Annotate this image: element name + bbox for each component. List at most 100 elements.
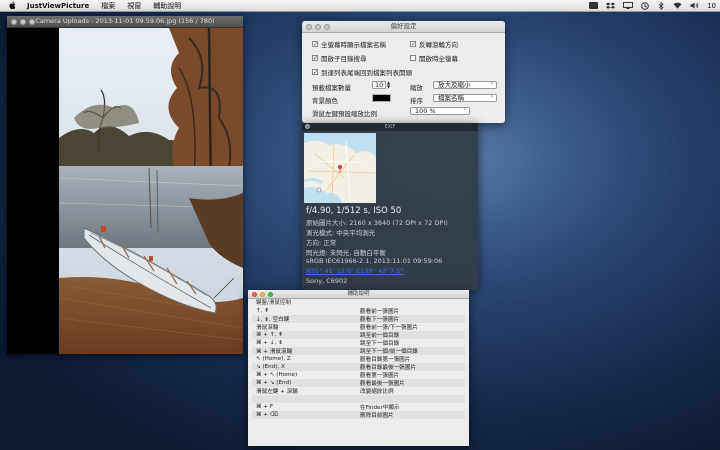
- checkbox-reverse-scroll[interactable]: ✓ 反轉滾輪方向: [410, 39, 458, 49]
- shortcut-action: [356, 395, 465, 403]
- menu-window[interactable]: 視窗: [127, 1, 141, 11]
- table-row: ⌘ + 滑鼠滾輪 跳至下一個/前一個目錄: [252, 347, 465, 355]
- shortcut-key: ⌘ + ↑, ⇞: [252, 331, 356, 339]
- table-row: ↑, ⇞ 觀看前一張圖片: [252, 307, 465, 315]
- table-row: ↓, ⇟, 空白鍵 觀看下一張圖片: [252, 315, 465, 323]
- preload-count-value[interactable]: 10: [372, 81, 386, 89]
- time-machine-icon[interactable]: [641, 1, 649, 10]
- exif-gps-link[interactable]: N35° 41' 12.6" E139° 42' 7.5": [306, 267, 403, 275]
- checkbox-show-filename[interactable]: ✓ 全螢幕時顯示檔案名稱: [312, 39, 386, 49]
- shortcut-action: 觀看下一張圖片: [356, 315, 465, 323]
- close-button[interactable]: [252, 291, 257, 297]
- zoom-button[interactable]: [324, 24, 330, 30]
- shortcut-action: 觀看目錄第一張圖片: [360, 357, 411, 363]
- zoom-popup-value: 放大及縮小: [438, 81, 471, 89]
- shortcut-key: ⌘ + ⌫: [252, 410, 356, 419]
- shortcut-key: ↑, ⇞: [256, 308, 269, 314]
- checkbox-label: 反轉滾輪方向: [419, 41, 458, 49]
- help-section-header: 鍵盤/滑鼠控制: [256, 300, 291, 306]
- zoom-button[interactable]: [29, 19, 35, 25]
- sort-popup[interactable]: 檔案名稱 ⌃: [433, 94, 497, 102]
- help-title: 輔助說明: [347, 291, 370, 297]
- checkbox-box[interactable]: ✓: [312, 69, 318, 76]
- shortcut-action: 跳至前一個目錄: [356, 331, 465, 339]
- minimize-button[interactable]: [260, 291, 265, 297]
- bg-color-well[interactable]: [372, 94, 391, 102]
- table-row: ⌘ + ↘ (End) 觀看最後一張圖片: [252, 379, 465, 387]
- table-row: ⌘ + ⌫ 刪除目前圖片: [252, 410, 465, 419]
- minimize-button[interactable]: [20, 19, 26, 25]
- shortcut-key: ⌘ + ↓, ⇟: [256, 340, 283, 346]
- checkbox-label: 到達列表尾端回到檔案列表開頭: [321, 69, 412, 77]
- shortcut-key: ⌘ + F: [256, 403, 274, 410]
- location-map[interactable]: [304, 133, 376, 203]
- checkbox-box[interactable]: [410, 55, 416, 61]
- photo-viewer-window: Camera Uploads - 2013-11-01 09.59.06.jpg…: [7, 16, 243, 354]
- shortcut-action: 觀看目錄最後一張圖片: [356, 363, 465, 371]
- checkbox-subfolder-search[interactable]: ✓ 開啟子目錄搜尋: [312, 53, 367, 63]
- popup-chevron-icon: ⌃: [489, 95, 494, 101]
- sort-label: 排序: [410, 97, 423, 105]
- zoom-label: 縮放: [410, 84, 423, 92]
- table-row: [252, 395, 465, 403]
- location-pin-icon: [337, 164, 343, 170]
- viewer-title-bar[interactable]: Camera Uploads - 2013-11-01 09.59.06.jpg…: [7, 16, 243, 28]
- exif-colorspace-date: sRGB IEC61966-2.1, 2013:11:01 09:59:06: [306, 257, 443, 265]
- zoom-button[interactable]: [268, 291, 273, 297]
- exif-camera: Sony, C6902: [306, 277, 348, 285]
- wifi-icon[interactable]: [673, 2, 682, 9]
- preload-count-stepper[interactable]: 10 ▲ ▼: [372, 81, 391, 89]
- checkbox-box[interactable]: ✓: [410, 41, 416, 48]
- checkbox-wrap-list[interactable]: ✓ 到達列表尾端回到檔案列表開頭: [312, 67, 412, 77]
- shortcut-key: 滑鼠滾輪: [256, 325, 279, 331]
- exif-flash: 閃光燈: 未閃光, 自動白平衡: [306, 249, 386, 257]
- exif-title-bar[interactable]: × EXIF: [302, 123, 478, 131]
- shortcut-key: ⌘ + 滑鼠滾輪: [252, 347, 356, 355]
- table-row: 滑鼠滾輪 觀看前一張/下一張圖片: [252, 323, 465, 331]
- shortcut-key: [252, 395, 356, 403]
- volume-icon[interactable]: [690, 2, 699, 9]
- airplay-icon[interactable]: [623, 2, 634, 9]
- exif-metering: 測光模式: 中央平均測光: [306, 229, 376, 237]
- minimize-button[interactable]: [315, 24, 321, 30]
- shortcut-key: ⌘ + ↖ (Home): [256, 372, 298, 378]
- close-icon[interactable]: ×: [305, 124, 310, 129]
- shortcut-action: 觀看第一張圖片: [360, 373, 400, 379]
- menubar-app-icon[interactable]: [589, 2, 599, 9]
- stepper-arrows-icon[interactable]: ▲ ▼: [386, 81, 391, 89]
- checkbox-box[interactable]: ✓: [312, 41, 318, 48]
- shortcut-action: 觀看最後一張圖片: [356, 379, 465, 387]
- table-row: ↖ (Home), Z 觀看目錄第一張圖片: [252, 355, 465, 363]
- exif-summary: f/4.90, 1/512 s, ISO 50: [306, 206, 402, 216]
- checkbox-fullscreen-on-open[interactable]: 開啟時全螢幕: [410, 53, 458, 63]
- close-button[interactable]: [11, 19, 17, 25]
- shortcut-key: ↖ (Home), Z: [256, 356, 291, 362]
- menu-help[interactable]: 輔助說明: [153, 1, 181, 11]
- bg-color-label: 背景顏色: [312, 97, 338, 105]
- bluetooth-icon[interactable]: [657, 1, 665, 10]
- scale-popup-value: 100 %: [415, 107, 436, 115]
- app-menu[interactable]: JustViewPicture: [27, 2, 89, 10]
- sort-popup-value: 檔案名稱: [438, 94, 464, 102]
- checkbox-box[interactable]: ✓: [312, 55, 318, 62]
- photo-image[interactable]: [59, 28, 243, 354]
- help-title-bar[interactable]: 輔助說明: [248, 290, 469, 299]
- apple-menu-icon[interactable]: [8, 1, 17, 10]
- close-button[interactable]: [306, 24, 312, 30]
- scale-popup[interactable]: 100 % ⌃: [410, 107, 470, 115]
- table-row: ⌘ + ↖ (Home) 觀看第一張圖片: [252, 371, 465, 379]
- checkbox-label: 全螢幕時顯示檔案名稱: [321, 41, 386, 49]
- menubar-clock[interactable]: 10: [707, 2, 716, 10]
- table-row: 滑鼠左鍵 + 滾輪 改變縮放比例: [252, 387, 465, 395]
- preferences-title-bar[interactable]: 偏好設定: [302, 21, 505, 33]
- shortcut-action: 跳至下一個/前一個目錄: [356, 347, 465, 355]
- zoom-popup[interactable]: 放大及縮小 ⌃: [433, 81, 497, 89]
- shortcut-action: 改變縮放比例: [360, 389, 394, 395]
- preload-count-label: 預載檔案數量: [312, 84, 351, 92]
- menu-file[interactable]: 檔案: [101, 1, 115, 11]
- dropbox-icon[interactable]: [606, 2, 616, 9]
- table-row: ⌘ + ↓, ⇟ 跳至下一個目錄: [252, 339, 465, 347]
- shortcut-action: 跳至下一個目錄: [360, 341, 400, 347]
- shortcut-action: 觀看前一張圖片: [360, 309, 400, 315]
- menu-bar: JustViewPicture 檔案 視窗 輔助說明 10: [0, 0, 720, 12]
